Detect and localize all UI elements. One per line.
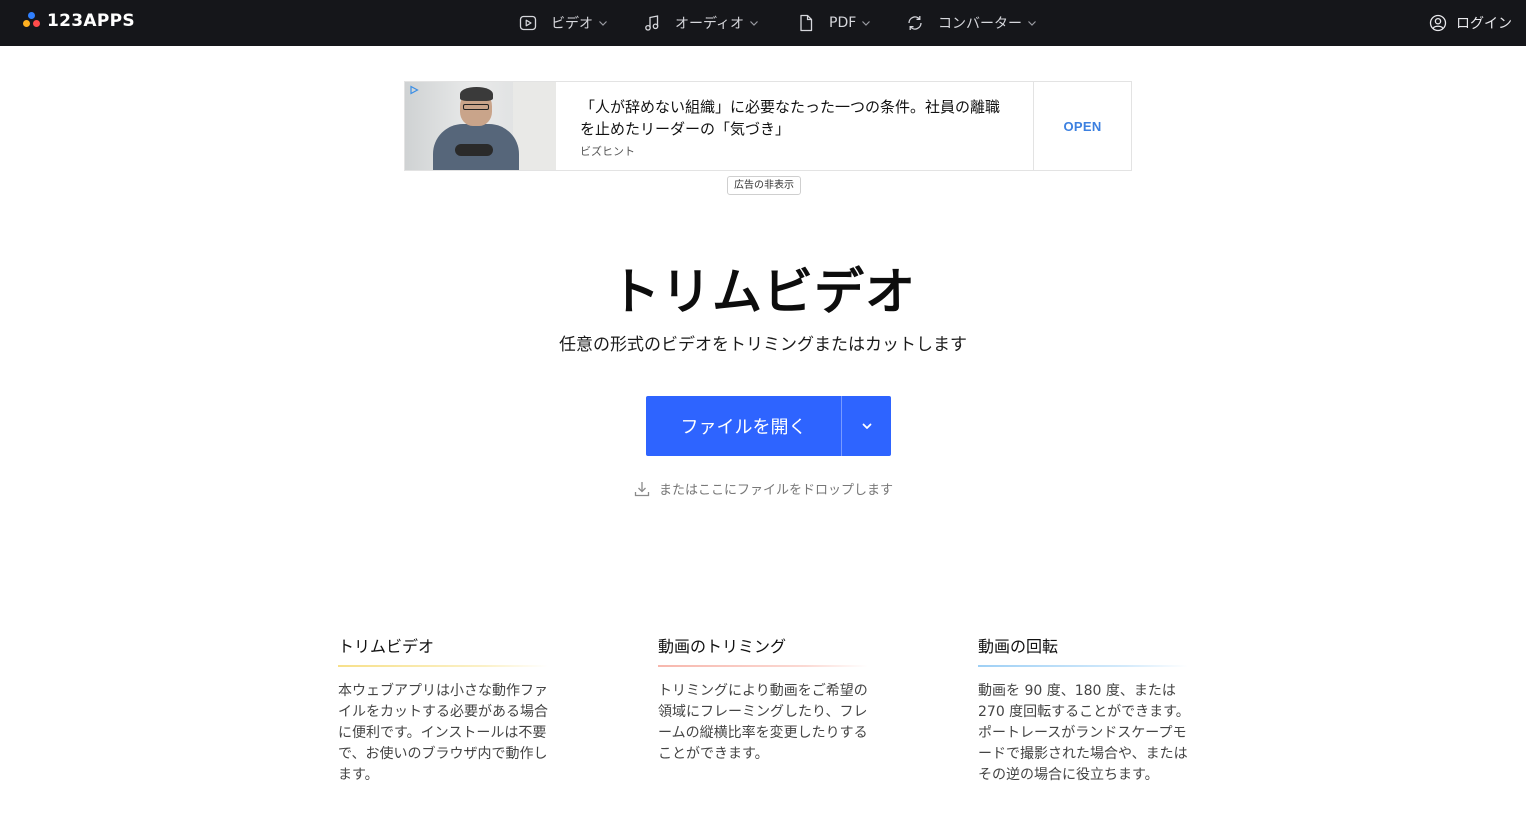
nav-item-audio[interactable]: オーディオ (643, 0, 759, 46)
feature-text: 動画を 90 度、180 度、または 270 度回転することができます。ポートレ… (978, 683, 1190, 783)
open-file-button[interactable]: ファイルを開く (646, 396, 841, 456)
feature-text: 本ウェブアプリは小さな動作ファイルをカットする必要がある場合に便利です。インスト… (338, 683, 548, 783)
open-source-dropdown-button[interactable] (842, 396, 891, 456)
nav-item-label: オーディオ (675, 16, 745, 32)
chevron-down-icon (598, 18, 608, 28)
ad-banner[interactable]: 「人が辞めない組織」に必要なたった一つの条件。社員の離職を止めたリーダーの「気づ… (404, 81, 1132, 171)
nav-item-label: ビデオ (551, 16, 593, 32)
ad-headline[interactable]: 「人が辞めない組織」に必要なたった一つの条件。社員の離職を止めたリーダーの「気づ… (580, 96, 1000, 140)
ad-source: ビズヒント (580, 145, 635, 158)
page-title: トリムビデオ (610, 263, 916, 321)
login-label: ログイン (1456, 16, 1512, 32)
top-navigation-bar: 123APPS ビデオ オーディオ PDF コンバーター ログイン (0, 0, 1526, 46)
ad-open-button[interactable]: OPEN (1033, 82, 1131, 170)
download-icon (633, 480, 651, 498)
chevron-down-icon (1027, 18, 1037, 28)
chevron-down-icon (749, 18, 759, 28)
nav-item-video[interactable]: ビデオ (519, 0, 608, 46)
feature-accent-line (658, 665, 868, 667)
feature-crop-video: 動画のトリミング トリミングにより動画をご希望の領域にフレーミングしたり、フレー… (658, 633, 873, 765)
nav-item-label: コンバーター (938, 16, 1022, 32)
login-button[interactable]: ログイン (1429, 0, 1512, 46)
video-play-icon (519, 14, 537, 32)
logo-dots-icon (23, 12, 41, 30)
drop-zone-hint: またはここにファイルをドロップします (0, 479, 1526, 498)
drop-hint-text: またはここにファイルをドロップします (658, 483, 893, 498)
feature-text: トリミングにより動画をご希望の領域にフレーミングしたり、フレームの縦横比率を変更… (658, 683, 868, 762)
feature-rotate-video: 動画の回転 動画を 90 度、180 度、または 270 度回転することができま… (978, 633, 1193, 786)
user-account-icon (1429, 14, 1447, 32)
page-subtitle: 任意の形式のビデオをトリミングまたはカットします (559, 335, 967, 355)
feature-accent-line (978, 665, 1188, 667)
music-note-icon (643, 14, 661, 32)
hide-ad-button[interactable]: 広告の非表示 (727, 176, 801, 195)
ad-text-block[interactable]: 「人が辞めない組織」に必要なたった一つの条件。社員の離職を止めたリーダーの「気づ… (580, 96, 1000, 159)
feature-title: 動画のトリミング (658, 637, 787, 656)
ad-image[interactable] (405, 82, 556, 170)
open-file-button-group: ファイルを開く (646, 396, 891, 456)
ad-choices-icon[interactable] (409, 85, 419, 95)
feature-title: 動画の回転 (978, 637, 1059, 656)
chevron-down-icon (861, 18, 871, 28)
chevron-down-icon (861, 417, 873, 436)
convert-cycle-icon (906, 14, 924, 32)
nav-item-pdf[interactable]: PDF (797, 0, 871, 46)
nav-item-converter[interactable]: コンバーター (906, 0, 1037, 46)
feature-trim-video: トリムビデオ 本ウェブアプリは小さな動作ファイルをカットする必要がある場合に便利… (338, 633, 553, 786)
nav-item-label: PDF (829, 15, 857, 31)
feature-title: トリムビデオ (338, 637, 435, 656)
document-icon (797, 14, 815, 32)
brand-logo[interactable]: 123APPS (23, 11, 135, 31)
feature-accent-line (338, 665, 548, 667)
brand-name: 123APPS (47, 11, 135, 31)
